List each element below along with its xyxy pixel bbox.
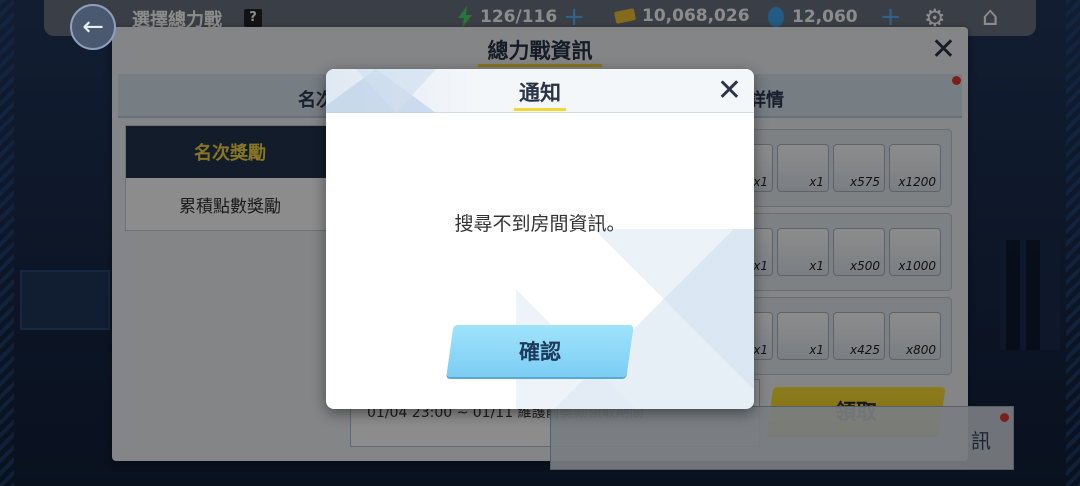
arrow-left-icon: ←	[82, 12, 104, 42]
dialog-title: 通知	[519, 81, 561, 105]
back-button[interactable]: ←	[70, 4, 116, 50]
dialog-title-underline	[514, 108, 566, 111]
dialog-message: 搜尋不到房間資訊。	[454, 213, 626, 235]
confirm-button-label: 確認	[519, 340, 561, 364]
notification-dialog: 通知 ✕ 搜尋不到房間資訊。 確認	[326, 69, 754, 409]
confirm-button[interactable]: 確認	[446, 325, 634, 377]
dialog-close-button[interactable]: ✕	[717, 75, 742, 107]
